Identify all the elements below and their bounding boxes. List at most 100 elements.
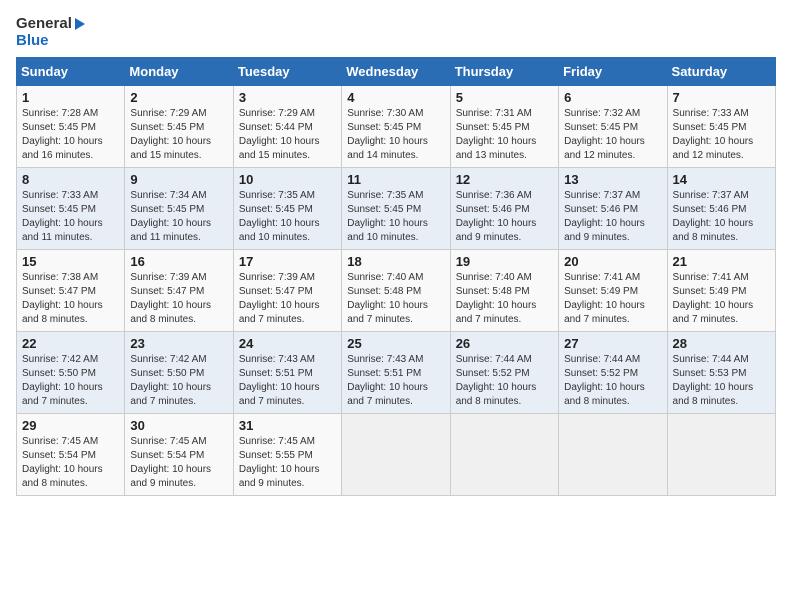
day-number: 14 [673,172,770,187]
calendar-cell: 11 Sunrise: 7:35 AMSunset: 5:45 PMDayligh… [342,168,450,250]
day-number: 4 [347,90,444,105]
day-info: Sunrise: 7:41 AMSunset: 5:49 PMDaylight:… [564,271,661,327]
calendar-cell: 23Sunrise: 7:42 AMSunset: 5:50 PMDayligh… [125,332,233,414]
day-number: 26 [456,336,553,351]
day-info: Sunrise: 7:45 AMSunset: 5:55 PMDaylight:… [239,435,336,491]
day-number: 20 [564,254,661,269]
calendar-cell: 18 Sunrise: 7:40 AMSunset: 5:48 PMDayligh… [342,250,450,332]
day-number: 18 [347,254,444,269]
calendar-cell: 17 Sunrise: 7:39 AMSunset: 5:47 PMDayligh… [233,250,341,332]
day-number: 3 [239,90,336,105]
day-number: 31 [239,418,336,433]
day-info: Sunrise: 7:45 AMSunset: 5:54 PMDaylight:… [22,435,119,491]
day-info: Sunrise: 7:44 AMSunset: 5:52 PMDaylight:… [564,353,661,409]
calendar-week-row: 8 Sunrise: 7:33 AMSunset: 5:45 PMDaylight… [17,168,776,250]
day-info: Sunrise: 7:41 AMSunset: 5:49 PMDaylight:… [673,271,770,327]
day-number: 15 [22,254,119,269]
day-info: Sunrise: 7:35 AMSunset: 5:45 PMDaylight:… [239,189,336,245]
calendar-table: SundayMondayTuesdayWednesdayThursdayFrid… [16,57,776,496]
calendar-week-row: 29 Sunrise: 7:45 AMSunset: 5:54 PMDayligh… [17,414,776,496]
calendar-cell [450,414,558,496]
day-number: 22 [22,336,119,351]
calendar-cell: 24Sunrise: 7:43 AMSunset: 5:51 PMDayligh… [233,332,341,414]
day-info: Sunrise: 7:29 AMSunset: 5:44 PMDaylight:… [239,107,336,163]
calendar-cell [559,414,667,496]
calendar-cell: 10 Sunrise: 7:35 AMSunset: 5:45 PMDayligh… [233,168,341,250]
day-number: 10 [239,172,336,187]
day-info: Sunrise: 7:32 AMSunset: 5:45 PMDaylight:… [564,107,661,163]
calendar-cell [667,414,775,496]
calendar-cell: 15 Sunrise: 7:38 AMSunset: 5:47 PMDayligh… [17,250,125,332]
calendar-cell: 9Sunrise: 7:34 AMSunset: 5:45 PMDaylight… [125,168,233,250]
weekday-header-sunday: Sunday [17,58,125,86]
day-number: 28 [673,336,770,351]
weekday-header-tuesday: Tuesday [233,58,341,86]
day-number: 24 [239,336,336,351]
calendar-cell: 22 Sunrise: 7:42 AMSunset: 5:50 PMDayligh… [17,332,125,414]
calendar-cell: 13 Sunrise: 7:37 AMSunset: 5:46 PMDayligh… [559,168,667,250]
day-number: 11 [347,172,444,187]
weekday-header-row: SundayMondayTuesdayWednesdayThursdayFrid… [17,58,776,86]
day-number: 13 [564,172,661,187]
day-number: 5 [456,90,553,105]
day-number: 30 [130,418,227,433]
day-info: Sunrise: 7:35 AMSunset: 5:45 PMDaylight:… [347,189,444,245]
day-number: 7 [673,90,770,105]
weekday-header-friday: Friday [559,58,667,86]
page-header: General Blue [16,16,776,49]
day-number: 2 [130,90,227,105]
day-number: 16 [130,254,227,269]
logo: General Blue [16,16,85,49]
calendar-cell: 20 Sunrise: 7:41 AMSunset: 5:49 PMDayligh… [559,250,667,332]
day-info: Sunrise: 7:33 AMSunset: 5:45 PMDaylight:… [22,189,119,245]
weekday-header-monday: Monday [125,58,233,86]
calendar-week-row: 1 Sunrise: 7:28 AMSunset: 5:45 PMDaylight… [17,86,776,168]
day-info: Sunrise: 7:36 AMSunset: 5:46 PMDaylight:… [456,189,553,245]
calendar-cell: 3 Sunrise: 7:29 AMSunset: 5:44 PMDaylight… [233,86,341,168]
calendar-cell: 28Sunrise: 7:44 AMSunset: 5:53 PMDayligh… [667,332,775,414]
day-info: Sunrise: 7:42 AMSunset: 5:50 PMDaylight:… [22,353,119,409]
day-info: Sunrise: 7:29 AMSunset: 5:45 PMDaylight:… [130,107,227,163]
calendar-cell: 4 Sunrise: 7:30 AMSunset: 5:45 PMDaylight… [342,86,450,168]
calendar-cell: 6 Sunrise: 7:32 AMSunset: 5:45 PMDaylight… [559,86,667,168]
calendar-cell: 5 Sunrise: 7:31 AMSunset: 5:45 PMDaylight… [450,86,558,168]
day-number: 1 [22,90,119,105]
calendar-cell: 29 Sunrise: 7:45 AMSunset: 5:54 PMDayligh… [17,414,125,496]
calendar-cell [342,414,450,496]
day-info: Sunrise: 7:38 AMSunset: 5:47 PMDaylight:… [22,271,119,327]
calendar-cell: 31 Sunrise: 7:45 AMSunset: 5:55 PMDayligh… [233,414,341,496]
day-info: Sunrise: 7:42 AMSunset: 5:50 PMDaylight:… [130,353,227,409]
day-info: Sunrise: 7:34 AMSunset: 5:45 PMDaylight:… [130,189,227,245]
day-number: 25 [347,336,444,351]
day-info: Sunrise: 7:37 AMSunset: 5:46 PMDaylight:… [564,189,661,245]
weekday-header-thursday: Thursday [450,58,558,86]
day-info: Sunrise: 7:39 AMSunset: 5:47 PMDaylight:… [239,271,336,327]
calendar-cell: 16Sunrise: 7:39 AMSunset: 5:47 PMDayligh… [125,250,233,332]
day-info: Sunrise: 7:43 AMSunset: 5:51 PMDaylight:… [347,353,444,409]
day-info: Sunrise: 7:30 AMSunset: 5:45 PMDaylight:… [347,107,444,163]
day-number: 17 [239,254,336,269]
day-info: Sunrise: 7:33 AMSunset: 5:45 PMDaylight:… [673,107,770,163]
calendar-cell: 14Sunrise: 7:37 AMSunset: 5:46 PMDayligh… [667,168,775,250]
calendar-cell: 21 Sunrise: 7:41 AMSunset: 5:49 PMDayligh… [667,250,775,332]
day-number: 8 [22,172,119,187]
day-number: 29 [22,418,119,433]
day-number: 12 [456,172,553,187]
day-number: 6 [564,90,661,105]
calendar-cell: 19Sunrise: 7:40 AMSunset: 5:48 PMDayligh… [450,250,558,332]
weekday-header-wednesday: Wednesday [342,58,450,86]
day-info: Sunrise: 7:40 AMSunset: 5:48 PMDaylight:… [347,271,444,327]
day-info: Sunrise: 7:31 AMSunset: 5:45 PMDaylight:… [456,107,553,163]
calendar-cell: 8 Sunrise: 7:33 AMSunset: 5:45 PMDaylight… [17,168,125,250]
calendar-cell: 25 Sunrise: 7:43 AMSunset: 5:51 PMDayligh… [342,332,450,414]
day-number: 21 [673,254,770,269]
day-number: 27 [564,336,661,351]
calendar-cell: 2 Sunrise: 7:29 AMSunset: 5:45 PMDaylight… [125,86,233,168]
day-info: Sunrise: 7:44 AMSunset: 5:52 PMDaylight:… [456,353,553,409]
day-info: Sunrise: 7:28 AMSunset: 5:45 PMDaylight:… [22,107,119,163]
calendar-cell: 26 Sunrise: 7:44 AMSunset: 5:52 PMDayligh… [450,332,558,414]
calendar-week-row: 15 Sunrise: 7:38 AMSunset: 5:47 PMDayligh… [17,250,776,332]
calendar-cell: 30Sunrise: 7:45 AMSunset: 5:54 PMDayligh… [125,414,233,496]
calendar-cell: 7 Sunrise: 7:33 AMSunset: 5:45 PMDaylight… [667,86,775,168]
day-number: 19 [456,254,553,269]
